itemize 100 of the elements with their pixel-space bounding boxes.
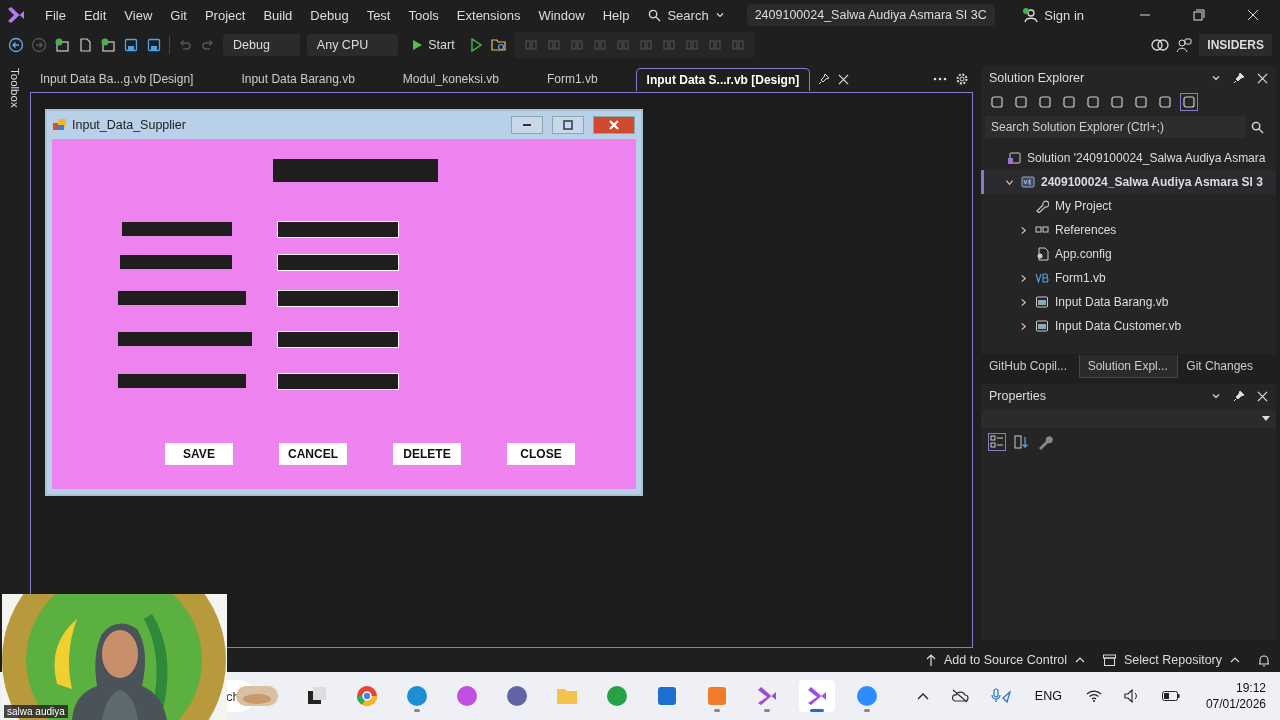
- menu-item[interactable]: Debug: [301, 7, 358, 23]
- tree-item[interactable]: References: [981, 218, 1276, 242]
- insiders-badge[interactable]: INSIDERS: [1199, 34, 1272, 56]
- form-button[interactable]: CANCEL: [279, 443, 347, 465]
- search-field[interactable]: Search Solution Explorer (Ctrl+;): [985, 116, 1245, 138]
- text-field[interactable]: [277, 220, 399, 238]
- pin-icon[interactable]: [1233, 390, 1245, 402]
- save-icon[interactable]: [146, 37, 162, 53]
- tree-item-label: Solution '2409100024_Salwa Audiya Asmara: [1027, 151, 1266, 165]
- menu-item[interactable]: Project: [195, 7, 255, 23]
- tree-item[interactable]: My Project: [981, 194, 1276, 218]
- close-icon[interactable]: [1257, 390, 1268, 402]
- select-repository-button[interactable]: Select Repository: [1103, 653, 1240, 667]
- close-button[interactable]: [593, 116, 635, 134]
- menu-item[interactable]: Tools: [399, 7, 448, 23]
- clock[interactable]: 19:12 07/01/2026: [1205, 680, 1266, 712]
- chevron-right-icon[interactable]: [1019, 321, 1028, 331]
- app-logo-icon: [6, 5, 26, 25]
- tree-item[interactable]: Input Data Customer.vb: [981, 314, 1276, 338]
- cloud-off-icon[interactable]: [950, 689, 969, 703]
- add-item-icon[interactable]: [100, 37, 116, 53]
- add-to-source-control-button[interactable]: Add to Source Control: [926, 653, 1086, 667]
- minimize-button[interactable]: [511, 116, 543, 134]
- more-icon[interactable]: [933, 77, 947, 81]
- maximize-button[interactable]: [552, 116, 584, 134]
- caret-icon[interactable]: [1211, 391, 1221, 401]
- menu-item[interactable]: Help: [593, 7, 639, 23]
- tree-item[interactable]: Form1.vb: [981, 266, 1276, 290]
- sign-in-button[interactable]: Sign in: [1022, 7, 1084, 23]
- menu-item[interactable]: Extensions: [447, 7, 530, 23]
- menu-item[interactable]: Git: [161, 7, 196, 23]
- menu-item[interactable]: Edit: [74, 7, 116, 23]
- speaker-icon[interactable]: [1123, 689, 1140, 703]
- close-icon[interactable]: [1257, 72, 1268, 84]
- pin-icon[interactable]: [818, 73, 831, 85]
- panel-tab[interactable]: GitHub Copil...: [981, 355, 1079, 377]
- close-icon[interactable]: [1247, 9, 1259, 21]
- document-tab[interactable]: Input Data Barang.vb: [231, 68, 365, 90]
- document-tab[interactable]: Form1.vb: [536, 68, 608, 90]
- panel-tab[interactable]: Git Changes: [1178, 355, 1276, 377]
- microphone-icon[interactable]: [990, 688, 1011, 704]
- platform-dropdown[interactable]: Any CPU: [306, 34, 399, 56]
- solution-icon: [1007, 151, 1021, 165]
- restore-icon[interactable]: [1193, 9, 1205, 21]
- toolbox-tab[interactable]: Toolbox: [9, 68, 21, 110]
- configuration-dropdown[interactable]: Debug: [223, 34, 300, 56]
- chevron-right-icon[interactable]: [1019, 225, 1028, 235]
- caret-icon: [1262, 416, 1270, 422]
- menu-item[interactable]: Build: [254, 7, 302, 23]
- archive-icon: [1103, 654, 1117, 666]
- folder-search-icon[interactable]: [490, 37, 507, 53]
- panel-tab[interactable]: Solution Expl...: [1078, 354, 1179, 378]
- feedback-icon[interactable]: [1176, 37, 1193, 53]
- sort-icon[interactable]: [1013, 434, 1029, 450]
- menu-item[interactable]: View: [115, 7, 162, 23]
- categorized-icon[interactable]: [989, 434, 1005, 450]
- battery-icon[interactable]: [1161, 691, 1180, 701]
- wifi-icon[interactable]: [1085, 690, 1102, 702]
- menu-item[interactable]: Test: [357, 7, 400, 23]
- save-icon[interactable]: [123, 37, 139, 53]
- bell-icon[interactable]: [1258, 653, 1270, 667]
- text-field[interactable]: [277, 330, 399, 348]
- participant-name: salwa audiya: [4, 705, 68, 718]
- tree-item[interactable]: Input Data Barang.vb: [981, 290, 1276, 314]
- tree-item[interactable]: Solution '2409100024_Salwa Audiya Asmara: [981, 146, 1276, 170]
- tree-item-label: My Project: [1055, 199, 1112, 213]
- file-icon[interactable]: [77, 37, 93, 53]
- form-button[interactable]: CLOSE: [507, 443, 575, 465]
- menu-item[interactable]: Window: [529, 7, 594, 23]
- chevron-right-icon[interactable]: [1019, 297, 1028, 307]
- chevron-right-icon[interactable]: [1019, 273, 1028, 283]
- tree-item-label: References: [1055, 223, 1117, 237]
- close-icon: [609, 120, 619, 130]
- text-field[interactable]: [277, 253, 399, 271]
- text-field[interactable]: [277, 289, 399, 307]
- form-button[interactable]: SAVE: [165, 443, 233, 465]
- caret-up-icon: [1075, 656, 1086, 664]
- tree-item-label: Form1.vb: [1055, 271, 1106, 285]
- tree-item[interactable]: 2409100024_Salwa Audiya Asmara SI 3: [981, 170, 1276, 194]
- document-tab[interactable]: Input Data Ba...g.vb [Design]: [30, 68, 204, 90]
- chevron-up-icon[interactable]: [916, 692, 929, 700]
- text-field[interactable]: [277, 372, 399, 390]
- form-button[interactable]: DELETE: [393, 443, 461, 465]
- tree-item[interactable]: App.config: [981, 242, 1276, 266]
- document-tab[interactable]: Input Data S...r.vb [Design]: [635, 67, 811, 91]
- close-icon[interactable]: [838, 73, 850, 85]
- form-title: Input_Data_Supplier: [72, 118, 186, 132]
- search-button[interactable]: Search: [638, 7, 735, 23]
- caret-icon[interactable]: [1211, 73, 1221, 83]
- pin-icon[interactable]: [1233, 72, 1245, 84]
- settings-icon[interactable]: [955, 72, 969, 86]
- start-button[interactable]: Start: [405, 38, 461, 52]
- project-icon: [1021, 175, 1035, 189]
- caret-icon: [714, 10, 725, 20]
- back-icon[interactable]: [8, 37, 24, 53]
- add-item-icon[interactable]: [54, 37, 70, 53]
- document-tab[interactable]: Modul_koneksi.vb: [392, 68, 509, 90]
- menu-item[interactable]: File: [36, 7, 75, 23]
- language-indicator[interactable]: ENG: [1034, 689, 1062, 703]
- user-icon: [1022, 7, 1039, 23]
